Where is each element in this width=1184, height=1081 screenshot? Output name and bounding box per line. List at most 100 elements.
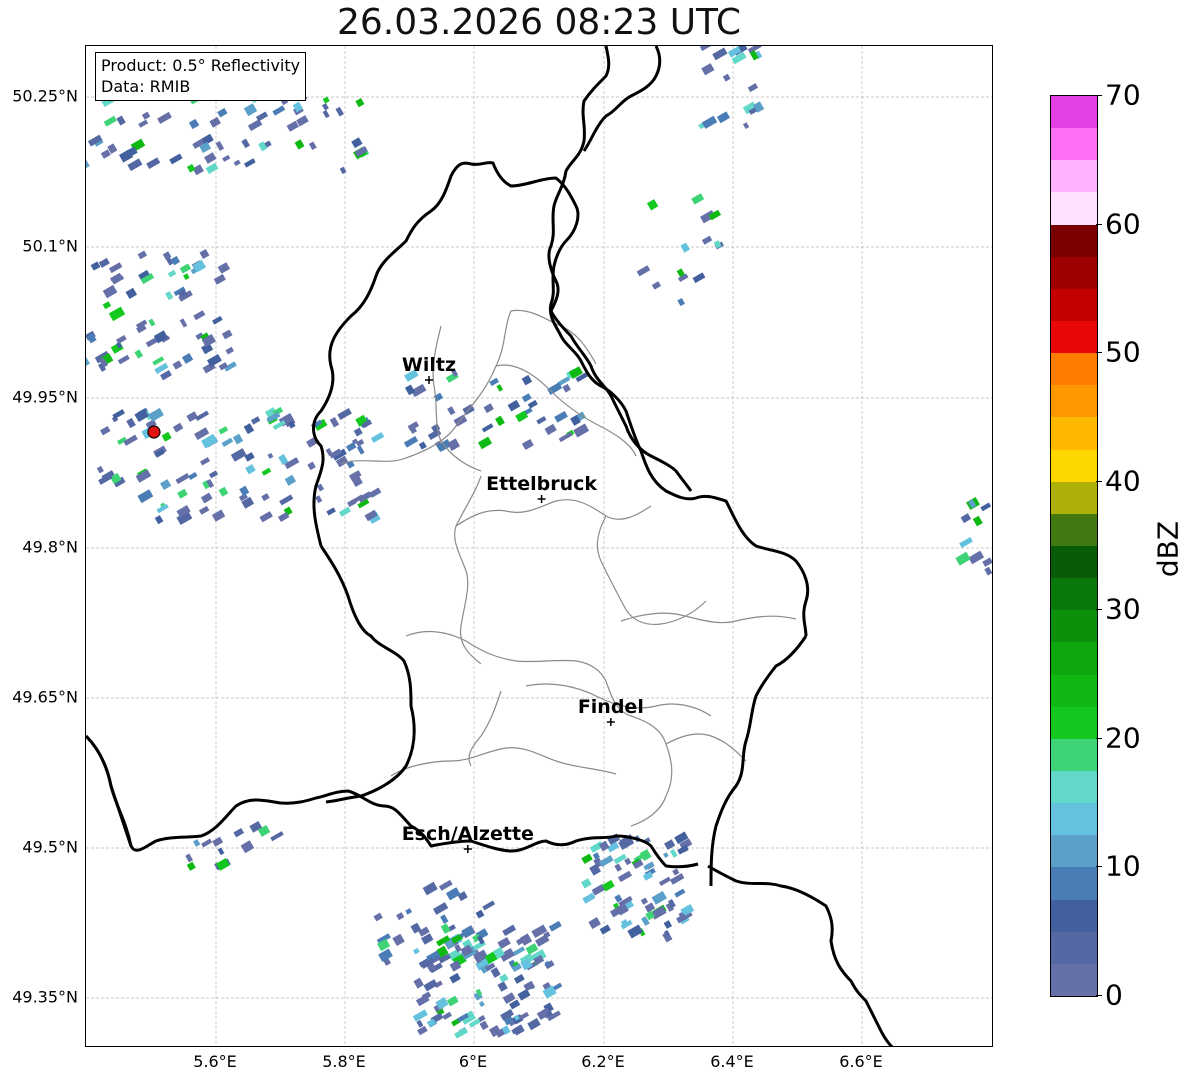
echo-pixel	[519, 933, 533, 946]
echo-pixel	[193, 839, 201, 847]
echo-pixel	[286, 120, 299, 132]
echo-pixel	[747, 83, 759, 93]
echo-pixel	[199, 457, 211, 466]
dbz-colorbar	[1050, 95, 1098, 997]
echo-pixel	[351, 137, 363, 149]
echo-pixel	[523, 980, 535, 992]
echo-pixel	[446, 995, 459, 1007]
echo-pixel	[186, 861, 196, 871]
echo-pixel	[250, 416, 261, 425]
echo-pixel	[403, 436, 419, 448]
colorbar-segment	[1051, 803, 1097, 836]
echo-pixel	[499, 973, 509, 983]
echo-pixel	[536, 416, 547, 425]
echo-pixel	[169, 153, 183, 165]
y-tick-label: 49.65°N	[12, 687, 78, 707]
echo-pixel	[497, 981, 508, 992]
echo-pixel	[613, 853, 627, 865]
echo-pixel	[102, 301, 112, 310]
echo-pixel	[521, 374, 533, 386]
echo-pixel	[98, 257, 110, 268]
echo-pixel	[116, 115, 126, 126]
echo-pixel	[521, 393, 532, 403]
echo-pixel	[86, 158, 90, 170]
echo-pixel	[651, 281, 661, 290]
echo-pixel	[527, 399, 538, 409]
echo-pixel	[355, 98, 365, 108]
colorbar-segment	[1051, 321, 1097, 354]
echo-pixel	[239, 485, 250, 496]
echo-pixel	[211, 509, 226, 522]
colorbar-segment	[1051, 867, 1097, 900]
colorbar-segment	[1051, 899, 1097, 932]
echo-pixel	[261, 467, 272, 476]
echo-pixel	[454, 1027, 468, 1039]
echo-pixel	[308, 141, 317, 151]
echo-pixel	[222, 154, 231, 162]
echo-pixel	[204, 152, 217, 164]
echo-pixel	[261, 493, 270, 502]
echo-pixel	[980, 502, 992, 512]
echo-pixel	[562, 383, 571, 393]
echo-pixel	[614, 863, 622, 872]
echo-pixel	[96, 465, 104, 474]
colorbar-segment	[1051, 481, 1097, 514]
echo-pixel	[544, 423, 557, 436]
echo-pixel	[507, 399, 521, 412]
echo-pixel	[722, 73, 731, 82]
echo-pixel	[955, 551, 971, 566]
echo-pixel	[712, 47, 728, 61]
echo-pixel	[141, 111, 151, 120]
colorbar-segment	[1051, 963, 1097, 996]
echo-pixel	[116, 335, 127, 344]
echo-pixel	[322, 109, 330, 119]
colorbar-tick-label: 50	[1105, 335, 1141, 369]
echo-pixel	[582, 892, 596, 904]
echo-pixel	[960, 513, 972, 524]
echo-pixel	[581, 878, 592, 889]
echo-pixel	[669, 849, 678, 858]
echo-pixel	[232, 433, 244, 445]
echo-pixel	[243, 423, 255, 435]
colorbar-segment	[1051, 738, 1097, 772]
echo-pixel	[152, 356, 165, 366]
echo-pixel	[356, 445, 365, 455]
echo-pixel	[396, 912, 405, 921]
product-info-box: Product: 0.5° Reflectivity Data: RMIB	[95, 52, 307, 101]
echo-pixel	[392, 933, 405, 947]
echo-pixel	[322, 96, 330, 104]
colorbar-segment	[1051, 417, 1097, 450]
echo-pixel	[213, 274, 226, 285]
echo-pixel	[243, 158, 256, 168]
colorbar-tick	[1096, 352, 1102, 354]
colorbar-segment	[1051, 449, 1097, 482]
echo-pixel	[502, 924, 517, 937]
echo-pixel	[172, 360, 183, 370]
echo-pixel	[160, 370, 172, 381]
y-tick-label: 50.1°N	[22, 236, 78, 256]
colorbar-tick	[1096, 223, 1102, 225]
echo-pixel	[212, 315, 223, 325]
colorbar-tick	[1096, 866, 1102, 868]
echo-pixel	[339, 166, 347, 175]
y-tick-label: 49.35°N	[12, 987, 78, 1007]
echo-pixel	[972, 515, 983, 527]
echo-pixel	[244, 452, 255, 462]
echo-pixel	[378, 948, 393, 962]
echo-pixel	[412, 947, 420, 955]
echo-pixel	[548, 920, 562, 932]
echo-pixel	[370, 431, 385, 443]
city-label-findel: Findel	[577, 696, 644, 718]
echo-pixel	[982, 557, 992, 567]
echo-pixel	[478, 1000, 485, 1008]
radar-map[interactable]: Product: 0.5° Reflectivity Data: RMIB Wi…	[85, 45, 993, 1047]
colorbar-segment	[1051, 224, 1097, 257]
map-title: 26.03.2026 08:23 UTC	[336, 2, 742, 43]
echo-pixel	[177, 488, 188, 499]
echo-pixel	[217, 107, 228, 118]
echo-pixel	[440, 923, 451, 934]
echo-pixel	[205, 162, 219, 174]
echo-pixel	[185, 853, 194, 863]
colorbar-tick	[1096, 480, 1102, 482]
colorbar-tick-label: 30	[1105, 592, 1141, 626]
